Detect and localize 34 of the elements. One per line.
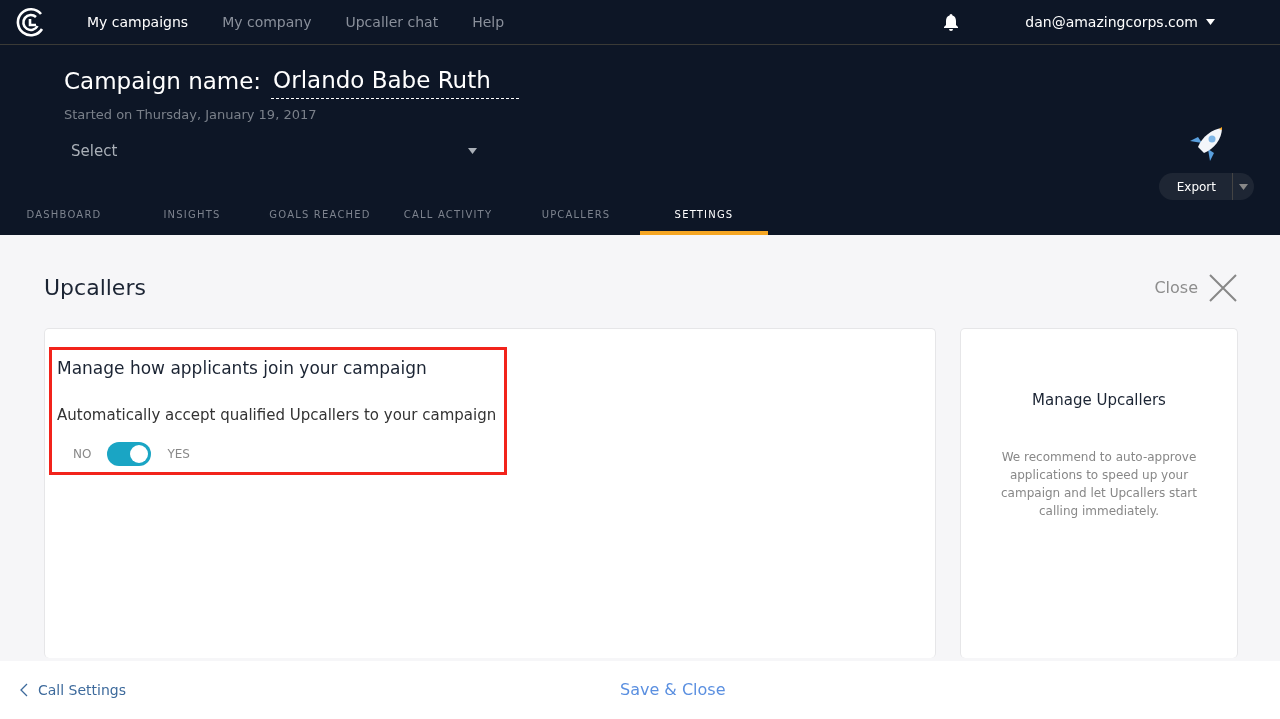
tab[interactable]: SETTINGS — [640, 197, 768, 235]
chevron-left-icon — [20, 683, 28, 697]
page-title: Upcallers — [44, 274, 146, 302]
tab[interactable]: UPCALLERS — [512, 197, 640, 235]
close-icon — [1208, 272, 1238, 303]
info-title: Manage Upcallers — [1031, 390, 1167, 411]
tab[interactable]: GOALS REACHED — [256, 197, 384, 235]
save-close-link[interactable]: Save & Close — [620, 678, 726, 702]
section-heading: Manage how applicants join your campaign — [57, 357, 428, 380]
caret-icon — [468, 148, 477, 155]
setting-description: Automatically accept qualified Upcallers to your campaign — [57, 404, 497, 426]
user-menu[interactable]: dan@amazingcorps.com — [1008, 11, 1232, 33]
back-link[interactable]: Call Settings — [20, 679, 620, 701]
bell-icon[interactable] — [942, 12, 961, 32]
nav-link[interactable]: My company — [205, 11, 329, 33]
tab[interactable]: INSIGHTS — [128, 197, 256, 235]
caret-icon — [1239, 183, 1248, 190]
caret-icon — [1206, 19, 1215, 25]
campaign-name-field[interactable]: Orlando Babe Ruth — [271, 63, 520, 99]
nav-link[interactable]: Help — [455, 11, 522, 33]
export-button[interactable]: Export — [1158, 173, 1254, 200]
toggle-on-label: YES — [167, 446, 190, 463]
info-text: We recommend to auto-approve applications to speed up your campaign and let Upcallers start calling immediately. — [1000, 448, 1198, 520]
start-date: Started on Thursday, January 19, 2017 — [64, 105, 318, 124]
nav-link[interactable]: Upcaller chat — [328, 11, 456, 33]
logo-icon[interactable] — [16, 7, 46, 37]
tab[interactable]: CALL ACTIVITY — [384, 197, 512, 235]
nav-link[interactable]: My campaigns — [70, 11, 206, 33]
campaign-name-label: Campaign name: — [64, 67, 262, 96]
tab[interactable]: DASHBOARD — [0, 197, 128, 235]
select-dropdown[interactable]: Select — [64, 124, 484, 179]
toggle-off-label: NO — [73, 446, 92, 463]
close-button[interactable]: Close — [1154, 272, 1238, 303]
toggle-switch[interactable] — [107, 442, 152, 466]
